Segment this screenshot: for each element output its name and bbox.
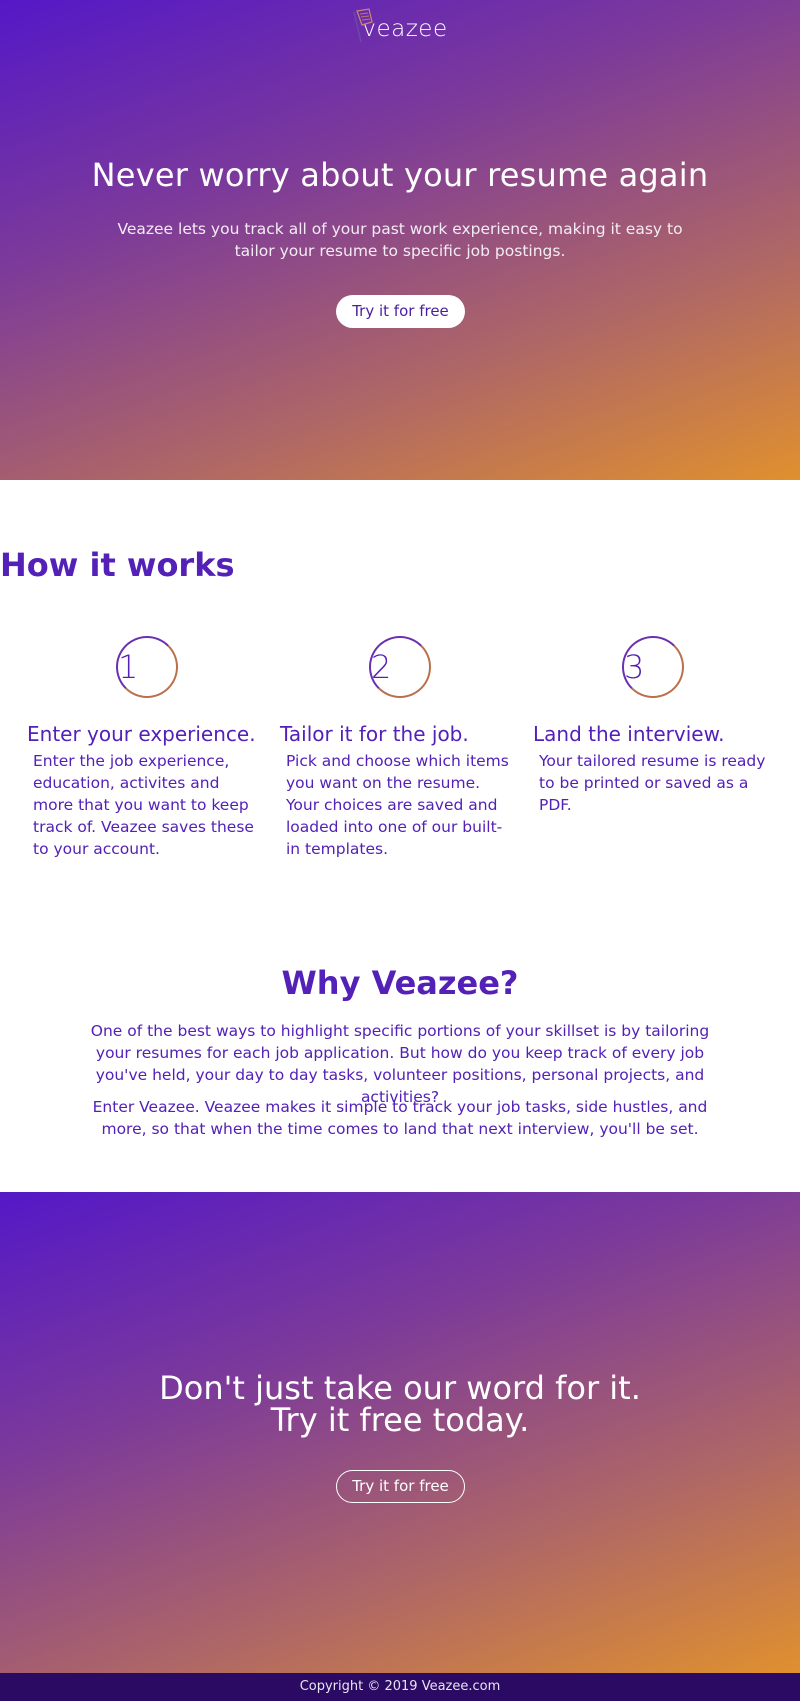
step-description: Enter the job experience, education, act… xyxy=(33,752,254,858)
why-veazee-title: Why Veazee? xyxy=(281,964,519,1002)
cta-title: Don't just take our word for it. Try it … xyxy=(0,1372,800,1436)
footer: Copyright © 2019 Veazee.com xyxy=(0,1673,800,1701)
how-it-works-title: How it works xyxy=(0,546,235,584)
step-2: 2 Tailor it for the job. Pick and choose… xyxy=(280,636,520,860)
hero-title: Never worry about your resume again xyxy=(91,156,709,194)
copyright-text: Copyright © 2019 Veazee.com xyxy=(299,1679,501,1694)
step-title: Land the interview. xyxy=(533,722,725,746)
why-paragraph-1: One of the best ways to highlight specif… xyxy=(90,1022,710,1106)
step-title: Tailor it for the job. xyxy=(280,722,469,746)
try-free-outline-button[interactable]: Try it for free xyxy=(336,1470,465,1503)
step-number-badge: 1 xyxy=(116,636,178,698)
step-title: Enter your experience. xyxy=(27,722,256,746)
cta-section: Don't just take our word for it. Try it … xyxy=(0,1192,800,1673)
hero-subtitle: Veazee lets you track all of your past w… xyxy=(117,220,683,260)
step-1: 1 Enter your experience. Enter the job e… xyxy=(27,636,267,860)
step-number-badge: 2 xyxy=(369,636,431,698)
step-description: Your tailored resume is ready to be prin… xyxy=(539,752,766,814)
step-number-badge: 3 xyxy=(622,636,684,698)
step-3: 3 Land the interview. Your tailored resu… xyxy=(533,636,773,816)
step-description: Pick and choose which items you want on … xyxy=(286,752,509,858)
cta-title-line-2: Try it free today. xyxy=(270,1401,530,1439)
why-paragraph-2: Enter Veazee. Veazee makes it simple to … xyxy=(92,1098,708,1138)
pencil-paper-icon xyxy=(353,8,374,43)
try-free-button[interactable]: Try it for free xyxy=(336,295,465,328)
cta-title-line-1: Don't just take our word for it. xyxy=(159,1369,641,1407)
logo[interactable]: veazee xyxy=(0,8,800,48)
hero-section: veazee Never worry about your resume aga… xyxy=(0,0,800,480)
